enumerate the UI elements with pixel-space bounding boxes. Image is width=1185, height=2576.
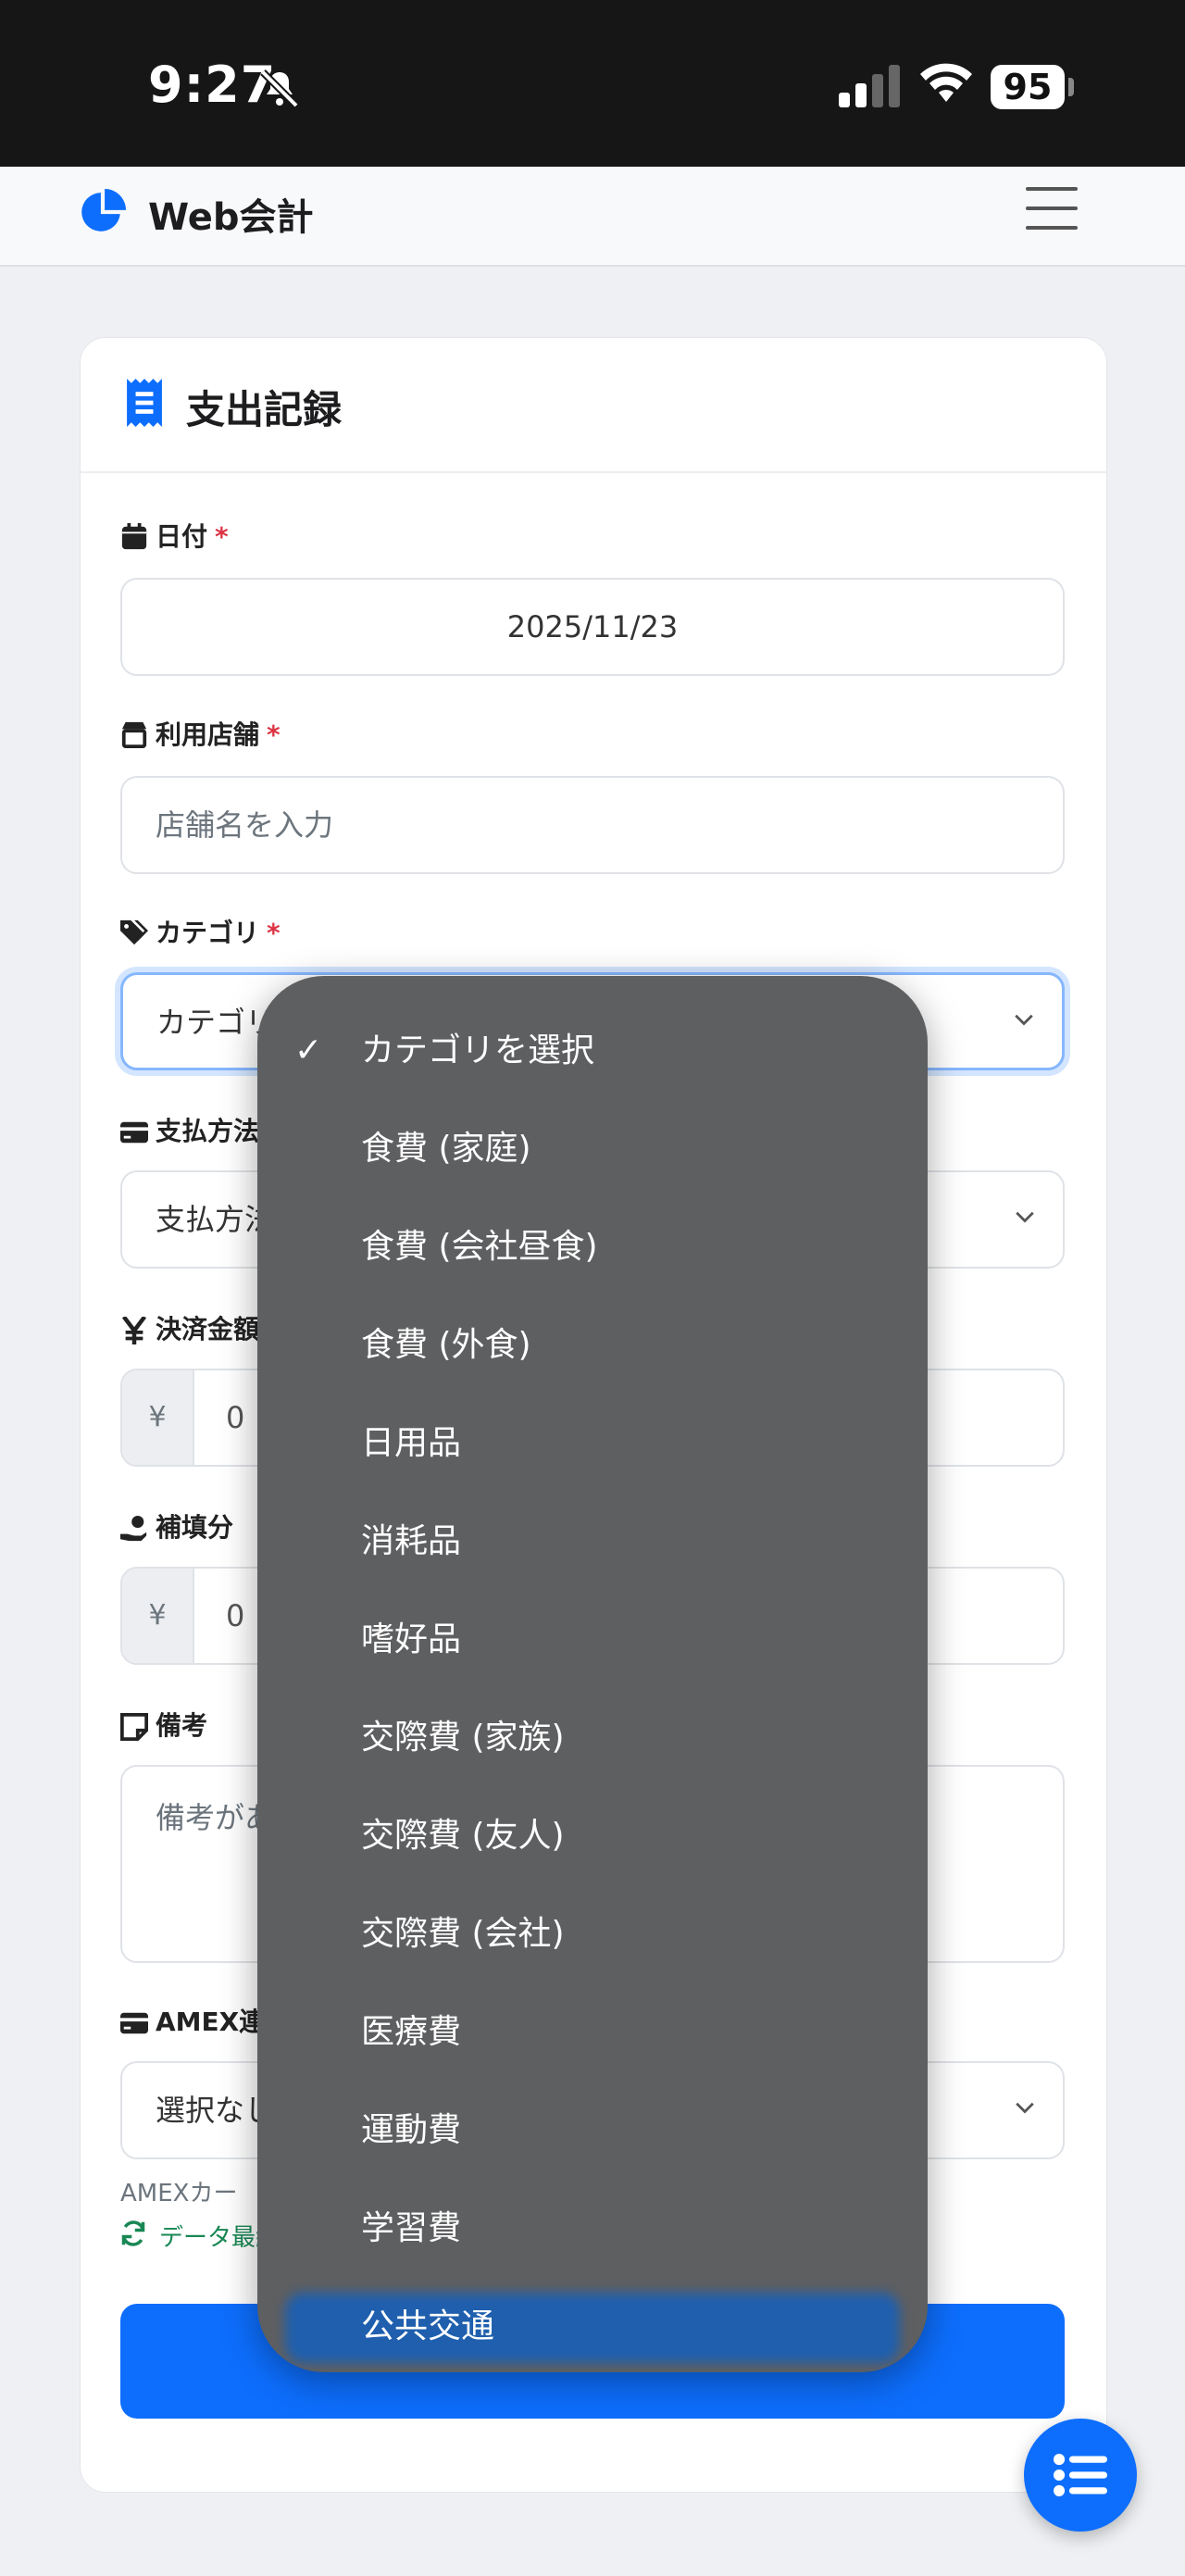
amex-select-value: 選択なし bbox=[156, 2093, 275, 2128]
dropdown-option[interactable]: 公共交通 bbox=[257, 2278, 928, 2372]
compensation-value: 0 bbox=[226, 1598, 245, 1633]
dropdown-option-label: 消耗品 bbox=[361, 1522, 462, 1560]
hamburger-line bbox=[1026, 187, 1078, 191]
dropdown-option-label: 医療費 bbox=[361, 2013, 462, 2051]
dropdown-option[interactable]: ✓ カテゴリを選択 bbox=[257, 1002, 928, 1100]
hamburger-icon[interactable] bbox=[1026, 187, 1078, 231]
dropdown-option-label: 食費 (外食) bbox=[361, 1326, 531, 1364]
checkmark-icon: ✓ bbox=[294, 1032, 323, 1069]
currency-addon: ¥ bbox=[122, 1569, 194, 1663]
dropdown-option[interactable]: 嗜好品 bbox=[257, 1591, 928, 1689]
dropdown-option-label: 食費 (家庭) bbox=[361, 1130, 531, 1168]
dropdown-option[interactable]: 学習費 bbox=[257, 2180, 928, 2278]
dropdown-option-label: 嗜好品 bbox=[361, 1620, 462, 1658]
category-dropdown-menu: ✓ カテゴリを選択 食費 (家庭) 食費 (会社昼食) 食費 (外食) 日用品 … bbox=[257, 976, 928, 2372]
pie-chart-icon bbox=[81, 189, 126, 231]
dropdown-option-label: カテゴリを選択 bbox=[361, 1032, 595, 1069]
dropdown-option-label: 公共交通 bbox=[361, 2307, 495, 2345]
dropdown-option-label: 運動費 bbox=[361, 2111, 462, 2149]
dropdown-option-label: 学習費 bbox=[361, 2209, 462, 2247]
payment-label: 支払方法 bbox=[156, 1116, 260, 1146]
dropdown-option[interactable]: 食費 (家庭) bbox=[257, 1100, 928, 1198]
dropdown-option[interactable]: 消耗品 bbox=[257, 1493, 928, 1591]
payment-select-value: 支払方法 bbox=[156, 1202, 275, 1237]
category-label: カテゴリ * bbox=[156, 915, 281, 952]
dropdown-option[interactable]: 医療費 bbox=[257, 1983, 928, 2082]
dropdown-option-label: 交際費 (友人) bbox=[361, 1817, 565, 1855]
credit-card-icon bbox=[120, 1121, 148, 1144]
dropdown-option-label: 交際費 (会社) bbox=[361, 1915, 565, 1953]
store-label: 利用店舗 * bbox=[156, 717, 281, 754]
credit-card-icon bbox=[120, 2012, 148, 2034]
wifi-icon bbox=[920, 63, 972, 102]
card-header: 支出記録 bbox=[81, 338, 1106, 473]
compensation-label: 補填分 bbox=[156, 1512, 234, 1543]
hamburger-line bbox=[1026, 226, 1078, 230]
receipt-icon bbox=[127, 379, 162, 427]
amount-value: 0 bbox=[226, 1400, 245, 1435]
dropdown-option-label: 日用品 bbox=[361, 1424, 462, 1462]
dropdown-option[interactable]: 食費 (外食) bbox=[257, 1296, 928, 1394]
dropdown-option[interactable]: 運動費 bbox=[257, 2082, 928, 2180]
shop-icon bbox=[121, 721, 147, 748]
chevron-down-icon bbox=[1016, 1211, 1034, 1223]
yen-icon bbox=[121, 1317, 147, 1344]
sync-icon bbox=[121, 2220, 145, 2246]
list-fab-button[interactable] bbox=[1024, 2419, 1137, 2532]
date-label-text: 日付 bbox=[156, 521, 208, 552]
amex-label: AMEX連 bbox=[156, 2007, 266, 2037]
category-label-text: カテゴリ bbox=[156, 918, 260, 948]
dropdown-option[interactable]: 交際費 (家族) bbox=[257, 1689, 928, 1787]
status-bar: 9:27 95 bbox=[0, 0, 1185, 167]
sticky-note-icon bbox=[120, 1713, 148, 1741]
chevron-down-icon bbox=[1016, 2102, 1034, 2114]
required-mark: * bbox=[267, 719, 281, 750]
calendar-icon bbox=[121, 523, 147, 550]
date-field[interactable]: 2025/11/23 bbox=[120, 578, 1065, 676]
bell-slash-icon bbox=[260, 69, 299, 108]
required-mark: * bbox=[267, 918, 281, 948]
cellular-signal-icon bbox=[839, 65, 900, 107]
currency-addon: ¥ bbox=[122, 1370, 194, 1465]
amex-helper-text: AMEXカー bbox=[120, 2180, 238, 2207]
list-icon bbox=[1054, 2454, 1107, 2496]
store-input[interactable]: 店舗名を入力 bbox=[120, 776, 1065, 874]
hamburger-line bbox=[1026, 206, 1078, 210]
chevron-down-icon bbox=[1015, 1014, 1033, 1026]
navbar: Web会計 bbox=[0, 167, 1185, 267]
dropdown-option-label: 交際費 (家族) bbox=[361, 1719, 565, 1757]
store-label-text: 利用店舗 bbox=[156, 719, 260, 750]
dropdown-option[interactable]: 日用品 bbox=[257, 1394, 928, 1493]
hand-coin-icon bbox=[120, 1515, 147, 1542]
battery-tip bbox=[1068, 78, 1074, 96]
dropdown-option[interactable]: 交際費 (会社) bbox=[257, 1885, 928, 1983]
dropdown-option-label: 食費 (会社昼食) bbox=[361, 1228, 598, 1266]
battery-icon: 95 bbox=[991, 65, 1065, 109]
card-title: 支出記録 bbox=[186, 387, 343, 432]
brand-title[interactable]: Web会計 bbox=[148, 187, 313, 241]
amount-label: 決済金額 bbox=[156, 1314, 260, 1344]
memo-label: 備考 bbox=[156, 1710, 208, 1741]
dropdown-option[interactable]: 交際費 (友人) bbox=[257, 1787, 928, 1885]
dropdown-option[interactable]: 食費 (会社昼食) bbox=[257, 1198, 928, 1296]
date-label: 日付 * bbox=[156, 519, 229, 556]
required-mark: * bbox=[215, 521, 229, 552]
tags-icon bbox=[120, 919, 148, 945]
